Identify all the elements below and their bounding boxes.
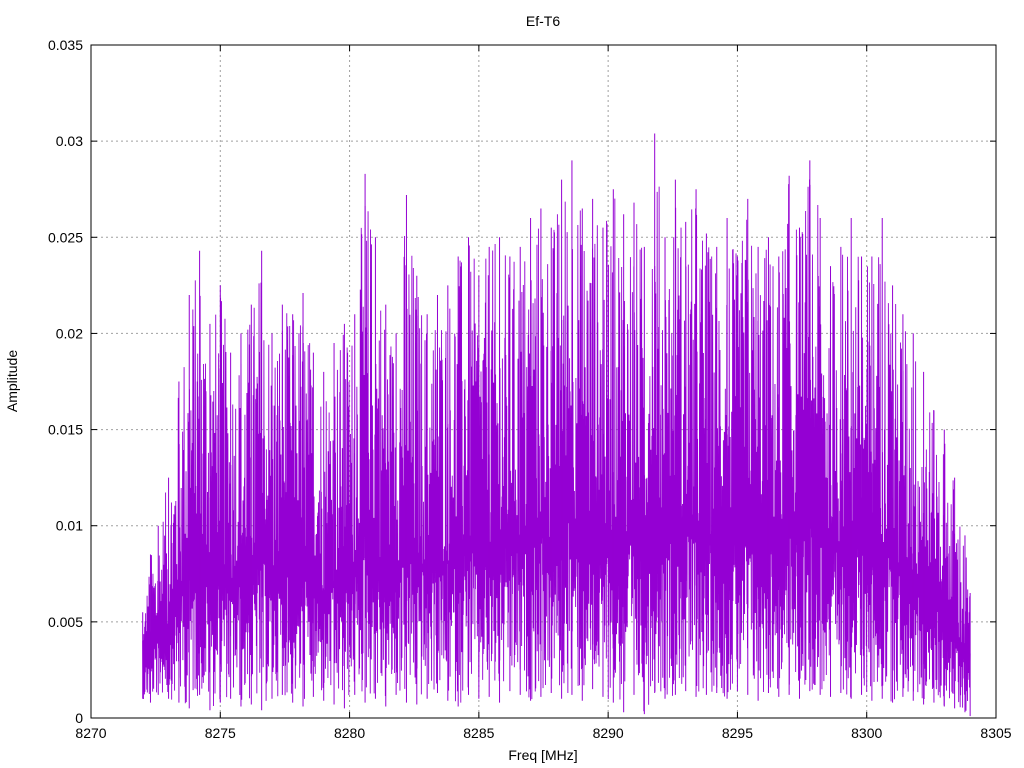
- chart: 8270 8275 8280 8285 8290 8295 8300 8305 0 0.005 0.…: [0, 0, 1024, 768]
- y-tick-label: 0: [75, 710, 83, 726]
- y-tick-label: 0.02: [56, 325, 83, 341]
- y-tick-label: 0.025: [48, 229, 83, 245]
- y-tick-label: 0.01: [56, 518, 83, 534]
- x-tick-label: 8275: [205, 725, 236, 741]
- y-tick-label: 0.035: [48, 37, 83, 53]
- y-tick-label: 0.015: [48, 422, 83, 438]
- y-axis-title: Amplitude: [4, 350, 20, 412]
- x-tick-label: 8270: [75, 725, 106, 741]
- x-tick-label: 8300: [851, 725, 882, 741]
- chart-title: Ef-T6: [526, 13, 560, 29]
- x-tick-label: 8295: [722, 725, 753, 741]
- x-tick-label: 8290: [593, 725, 624, 741]
- y-tick-label: 0.005: [48, 614, 83, 630]
- x-tick-label: 8280: [334, 725, 365, 741]
- x-axis-title: Freq [MHz]: [508, 747, 577, 763]
- x-tick-label: 8305: [980, 725, 1011, 741]
- y-tick-label: 0.03: [56, 133, 83, 149]
- x-tick-label: 8285: [463, 725, 494, 741]
